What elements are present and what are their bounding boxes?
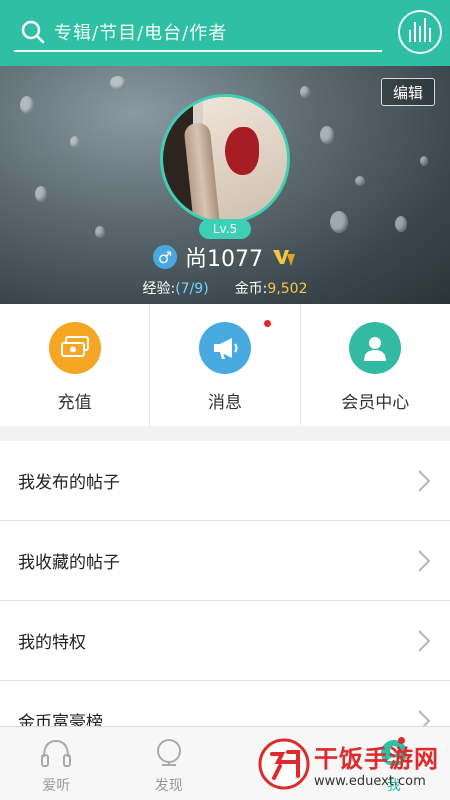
raindrop [20,96,34,114]
username: 尚1077 [185,247,263,272]
profile-header: 编辑 Lv.5 ♂ 尚1077 经验:(7/9) 金币:9,502 [0,66,450,304]
raindrop [35,186,47,202]
exp-stat: 经验:(7/9) [142,281,209,297]
coins-stat: 金币:9,502 [234,281,308,297]
chevron-right-icon [418,469,431,492]
equalizer-bar-icon [414,22,416,42]
now-playing-button[interactable] [398,10,442,54]
tab-label: 发现 [154,778,183,794]
chevron-right-icon [418,549,431,572]
member-icon [349,322,402,374]
list-item-favorite-posts[interactable]: 我收藏的帖子 [0,521,450,601]
raindrop [95,226,105,238]
profile-stats: 经验:(7/9) 金币:9,502 [0,278,450,298]
equalizer-bar-icon [424,18,426,42]
raindrop [300,86,310,98]
search-placeholder: 专辑/节目/电台/作者 [54,23,228,44]
recharge-icon [48,322,101,374]
list-item-label: 我发布的帖子 [18,473,120,493]
messages-label: 消息 [207,393,242,413]
recharge-label: 充值 [57,393,92,413]
chevron-right-icon [418,629,431,652]
equalizer-bar-icon [429,28,431,42]
globe-icon [156,739,181,766]
list-item-privileges[interactable]: 我的特权 [0,601,450,681]
list-item-label: 我收藏的帖子 [18,553,120,573]
unread-badge [264,320,272,327]
raindrop [355,176,365,186]
equalizer-bar-icon [419,26,421,42]
vip-badge-icon [273,250,295,266]
name-row: ♂ 尚1077 [0,239,450,275]
edit-profile-button[interactable]: 编辑 [381,78,435,106]
recharge-button[interactable]: 充值 [0,304,151,426]
watermark-title: 干饭手游网 [314,745,439,773]
raindrop [395,216,407,232]
messages-button[interactable]: 消息 [150,304,301,426]
search-icon [21,20,45,44]
watermark-text: 干饭手游网 www.eduext.com [314,739,439,789]
equalizer-bar-icon [409,30,411,42]
action-grid: 充值 消息 会员中心 [0,304,450,426]
raindrop [320,126,334,144]
raindrop [70,136,80,148]
top-bar: 专辑/节目/电台/作者 [0,0,450,66]
avatar[interactable] [160,94,290,224]
level-badge: Lv.5 [199,219,251,239]
watermark-logo-icon [258,738,310,790]
member-center-label: 会员中心 [341,393,410,413]
list-item-my-posts[interactable]: 我发布的帖子 [0,441,450,521]
headphones-icon [41,739,72,767]
search-bar[interactable]: 专辑/节目/电台/作者 [14,14,382,52]
list-item-label: 我的特权 [18,633,86,653]
male-gender-icon: ♂ [153,245,177,269]
raindrop [420,156,428,166]
raindrop [110,76,126,90]
watermark-url: www.eduext.com [314,774,426,789]
member-center-button[interactable]: 会员中心 [301,304,450,426]
megaphone-icon [198,322,251,374]
menu-list: 我发布的帖子 我收藏的帖子 我的特权 金币富豪榜 [0,441,450,761]
raindrop [330,211,348,233]
tab-label: 爱听 [42,778,71,794]
tab-listen[interactable]: 爱听 [0,727,113,800]
tab-discover[interactable]: 发现 [113,727,226,800]
watermark: 干饭手游网 www.eduext.com [258,728,450,800]
